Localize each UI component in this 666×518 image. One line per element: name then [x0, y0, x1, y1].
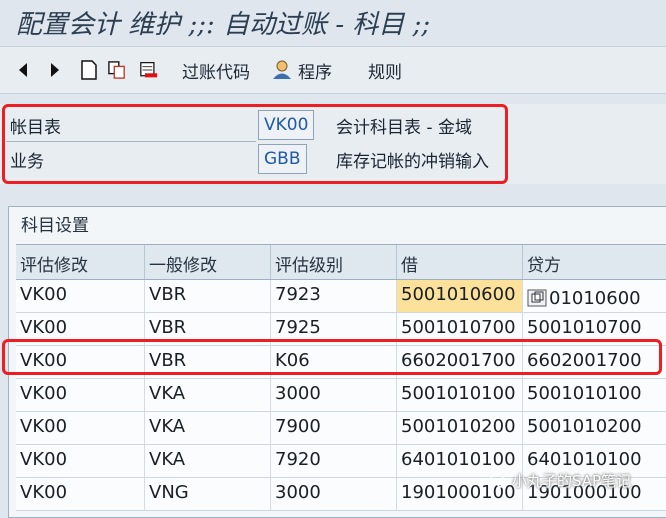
general-modif-cell[interactable]: VKA — [144, 412, 270, 444]
chart-of-accounts-field[interactable]: VK00 — [258, 110, 315, 140]
copy-icon — [108, 61, 125, 79]
rules-button[interactable]: 规则 — [368, 55, 402, 85]
wechat-icon — [490, 472, 508, 488]
posting-code-button[interactable]: 过账代码 — [182, 55, 250, 85]
grid-header: 评估修改 一般修改 评估级别 借 贷方 — [16, 244, 666, 280]
value-help-icon[interactable] — [527, 289, 547, 307]
chart-of-accounts-label: 帐目表 — [10, 118, 61, 138]
delete-button[interactable] — [140, 55, 158, 85]
panel-title: 科目设置 — [21, 216, 89, 236]
column-header-general-modif[interactable]: 一般修改 — [144, 245, 270, 279]
debit-cell[interactable]: 6602001700 — [396, 346, 522, 378]
valuation-modif-cell[interactable]: VK00 — [16, 379, 144, 411]
table-row[interactable]: VK00 VKA 7900 5001010200 5001010200 — [16, 412, 666, 445]
column-header-debit[interactable]: 借 — [396, 245, 522, 279]
valuation-class-cell[interactable]: 7923 — [270, 280, 396, 312]
valuation-class-cell[interactable]: 7925 — [270, 313, 396, 345]
page-title: 配置会计 维护 ;;: 自动过账 - 科目 ;; — [16, 10, 431, 40]
forward-button[interactable] — [46, 55, 64, 85]
watermark-text: 小丸子的SAP笔记 — [512, 472, 632, 490]
valuation-modif-cell[interactable]: VK00 — [16, 313, 144, 345]
general-modif-cell[interactable]: VKA — [144, 379, 270, 411]
valuation-modif-cell[interactable]: VK00 — [16, 445, 144, 477]
table-row[interactable]: VK00 VBR 7925 5001010700 5001010700 — [16, 313, 666, 346]
valuation-class-cell[interactable]: 3000 — [270, 379, 396, 411]
general-modif-cell[interactable]: VKA — [144, 445, 270, 477]
valuation-class-cell[interactable]: 7920 — [270, 445, 396, 477]
new-document-icon — [81, 60, 97, 80]
procedure-label: 程序 — [298, 62, 332, 83]
transaction-row: 业务 GBB 库存记帐的冲销输入 — [0, 142, 666, 174]
column-header-valuation-modif[interactable]: 评估修改 — [16, 245, 144, 279]
table-row[interactable]: VK00 VKA 3000 5001010100 5001010100 — [16, 379, 666, 412]
debit-cell[interactable]: 5001010600 — [396, 280, 522, 312]
valuation-class-cell[interactable]: 3000 — [270, 478, 396, 510]
column-header-credit[interactable]: 贷方 — [522, 245, 666, 279]
transaction-label: 业务 — [10, 152, 44, 172]
valuation-modif-cell[interactable]: VK00 — [16, 346, 144, 378]
chart-of-accounts-row: 帐目表 VK00 会计科目表 - 金域 — [0, 108, 666, 140]
copy-as-button[interactable] — [108, 55, 126, 85]
delete-table-icon — [140, 62, 158, 78]
valuation-class-cell[interactable]: K06 — [270, 346, 396, 378]
debit-cell[interactable]: 5001010700 — [396, 313, 522, 345]
debit-cell[interactable]: 5001010200 — [396, 412, 522, 444]
new-entries-button[interactable] — [80, 55, 98, 85]
credit-value: 01010600 — [549, 287, 641, 309]
general-modif-cell[interactable]: VBR — [144, 346, 270, 378]
credit-cell[interactable]: 01010600 — [522, 280, 666, 312]
general-modif-cell[interactable]: VBR — [144, 313, 270, 345]
back-button[interactable] — [14, 55, 32, 85]
column-header-valuation-class[interactable]: 评估级别 — [270, 245, 396, 279]
arrow-right-icon — [51, 63, 59, 77]
general-modif-cell[interactable]: VNG — [144, 478, 270, 510]
credit-cell[interactable]: 5001010700 — [522, 313, 666, 345]
credit-cell[interactable]: 5001010100 — [522, 379, 666, 411]
chart-of-accounts-description: 会计科目表 - 金域 — [336, 118, 472, 138]
arrow-left-icon — [19, 63, 27, 77]
debit-cell[interactable]: 5001010100 — [396, 379, 522, 411]
title-bar: 配置会计 维护 ;;: 自动过账 - 科目 ;; — [0, 0, 666, 46]
procedure-button[interactable]: 程序 — [270, 55, 332, 85]
rules-label: 规则 — [368, 62, 402, 83]
transaction-field[interactable]: GBB — [258, 144, 307, 174]
valuation-modif-cell[interactable]: VK00 — [16, 412, 144, 444]
procedure-icon — [273, 60, 291, 79]
application-toolbar: 过账代码 程序 规则 — [0, 46, 666, 94]
posting-code-label: 过账代码 — [182, 62, 250, 83]
transaction-description: 库存记帐的冲销输入 — [336, 152, 489, 172]
credit-cell[interactable]: 6602001700 — [522, 346, 666, 378]
valuation-class-cell[interactable]: 7900 — [270, 412, 396, 444]
credit-cell[interactable]: 5001010200 — [522, 412, 666, 444]
table-row[interactable]: VK00 VBR K06 6602001700 6602001700 — [16, 346, 666, 379]
valuation-modif-cell[interactable]: VK00 — [16, 478, 144, 510]
general-modif-cell[interactable]: VBR — [144, 280, 270, 312]
watermark: 小丸子的SAP笔记 — [490, 470, 631, 491]
table-row[interactable]: VK00 VBR 7923 5001010600 01010600 — [16, 280, 666, 313]
valuation-modif-cell[interactable]: VK00 — [16, 280, 144, 312]
header-fields: 帐目表 VK00 会计科目表 - 金域 业务 GBB 库存记帐的冲销输入 — [0, 104, 666, 184]
